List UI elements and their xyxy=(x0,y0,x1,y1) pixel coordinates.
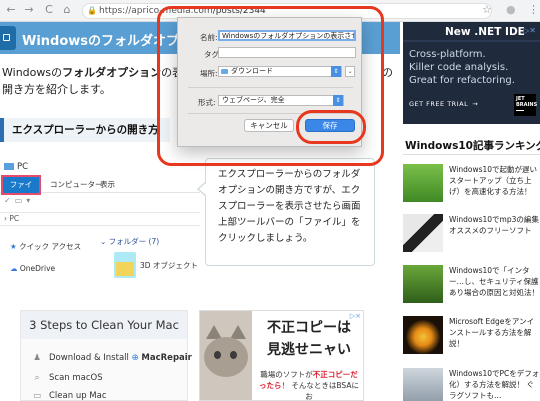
intro-text-line2: 開き方を紹介します。 xyxy=(2,83,111,96)
ad-mac-row-download: ♟ Download & Install ⊕ MacRepair xyxy=(31,353,192,363)
explorer-title: PC xyxy=(4,162,28,172)
ad-close-icon[interactable]: ▷× xyxy=(350,312,361,320)
back-icon[interactable]: ← xyxy=(4,3,18,17)
explorer-quick-toolbar: ✓ ▭ ▾ xyxy=(4,196,31,205)
explorer-tab-view[interactable]: 表示 xyxy=(96,177,119,193)
scan-icon: ⌕ xyxy=(34,373,40,383)
ad-mac-row-scan: ⌕ Scan macOS xyxy=(31,373,103,383)
profile-icon[interactable]: ● xyxy=(506,3,516,17)
explorer-folders-heading: ⌄ フォルダー (7) xyxy=(100,237,160,246)
ad-bsa-headline: 不正コピーは 見逃せニャい xyxy=(267,320,351,358)
explorer-path: PC xyxy=(9,214,20,223)
net-ad-title: New .NET IDE xyxy=(445,26,525,38)
lock-icon: 🔒 xyxy=(87,6,97,15)
ranking-rule xyxy=(403,154,540,155)
folder-3d-label[interactable]: 3D オブジェクト xyxy=(140,260,198,271)
section-heading: エクスプローラーからの開き方 xyxy=(0,118,170,142)
ad-info-icon[interactable]: ▷✕ xyxy=(523,26,536,35)
ad-mac-headline: 3 Steps to Clean Your Mac xyxy=(21,311,187,339)
bubble-text: エクスプローラーからのフォルダオプションの開き方ですが、エクスプローラーを表示さ… xyxy=(218,169,361,244)
ranking-item[interactable]: Windows10で「インター…し、セキュリティ保護あり場合の原因と対処法！ xyxy=(403,265,540,315)
ad-mac-cleaner[interactable]: 3 Steps to Clean Your Mac ♟ Download & In… xyxy=(20,310,192,401)
ad-mac-row-clean: ▭ Clean up Mac xyxy=(32,391,107,401)
ranking-thumb xyxy=(403,316,443,354)
highlight-ring-save xyxy=(296,110,366,144)
cat-photo xyxy=(200,311,252,400)
explorer-ribbon: ファイル コンピューター 表示 xyxy=(0,175,200,205)
speech-bubble: エクスプローラーからのフォルダオプションの開き方ですが、エクスプローラーを表示さ… xyxy=(197,158,375,266)
download-icon: ♟ xyxy=(33,353,41,363)
menu-icon[interactable]: ⋮ xyxy=(528,3,539,17)
ranking-title: Windows10記事ランキング xyxy=(405,140,540,152)
nav-quick-access[interactable]: ★ クイック アクセス xyxy=(10,236,81,258)
bookmark-star-icon[interactable]: ☆ xyxy=(482,3,492,17)
ranking-item[interactable]: Windows10でmp3の編集オススメのフリーソフト xyxy=(403,214,540,264)
forward-icon[interactable]: → xyxy=(22,3,36,17)
ranking-item-title: Windows10でPCをデフォ化）する方法を解説！ ぐラグソフトも… xyxy=(449,369,540,400)
net-ad-body: Cross-platform. Killer code analysis. Gr… xyxy=(409,49,515,86)
nav-onedrive[interactable]: ☁ OneDrive xyxy=(10,258,81,280)
explorer-screenshot: PC ファイル コンピューター 表示 ✓ ▭ ▾ › PC ★ クイック アクセス … xyxy=(0,160,200,290)
reload-icon[interactable]: C xyxy=(42,3,56,17)
home-icon[interactable]: ⌂ xyxy=(60,3,74,17)
jetbrains-logo: JET BRAINS xyxy=(514,94,537,116)
free-trial-link[interactable]: GET FREE TRIAL → xyxy=(409,100,478,108)
explorer-tab-file[interactable]: ファイル xyxy=(1,175,41,205)
ranking-item-title: Windows10で起動が遅いスタートアップ（立ち上げ）を高速化する方法！ xyxy=(449,165,538,196)
sidebar: New .NET IDE ▷✕ Cross-platform. Killer c… xyxy=(403,22,540,401)
ad-bsa[interactable]: 不正コピーは 見逃せニャい 職場のソフトが不正コピーだ ったら！ そんなときはBS… xyxy=(199,310,364,401)
ranking-thumb xyxy=(403,164,443,202)
ranking-item-title: Windows10でmp3の編集オススメのフリーソフト xyxy=(449,215,539,235)
ranking-item[interactable]: Microsoft Edgeをアンインストールする方法を解説！ xyxy=(403,316,540,366)
pc-icon xyxy=(4,163,14,170)
ad-jetbrains[interactable]: New .NET IDE ▷✕ Cross-platform. Killer c… xyxy=(403,22,540,124)
ranking-thumb xyxy=(403,265,443,303)
explorer-nav-pane: ★ クイック アクセス ☁ OneDrive xyxy=(10,236,81,280)
ranking-item-title: Windows10で「インター…し、セキュリティ保護あり場合の原因と対処法！ xyxy=(449,266,539,297)
ranking-thumb xyxy=(403,368,443,401)
ranking-item[interactable]: Windows10でPCをデフォ化）する方法を解説！ ぐラグソフトも… xyxy=(403,368,540,401)
ranking-item[interactable]: Windows10で起動が遅いスタートアップ（立ち上げ）を高速化する方法！ xyxy=(403,164,540,214)
clean-icon: ▭ xyxy=(32,391,42,401)
explorer-address: › PC xyxy=(0,212,200,226)
ad-bsa-subtext: 職場のソフトが不正コピーだ ったら！ そんなときはBSAにお xyxy=(259,370,359,401)
path-arrow-icon: › xyxy=(4,214,7,223)
ranking-thumb xyxy=(403,214,443,252)
3d-objects-folder-icon xyxy=(114,252,136,278)
ranking-item-title: Microsoft Edgeをアンインストールする方法を解説！ xyxy=(449,317,535,348)
intro-bold: フォルダオプション xyxy=(62,66,162,79)
site-logo-icon xyxy=(0,26,16,50)
intro-text: Windowsの xyxy=(2,66,63,79)
